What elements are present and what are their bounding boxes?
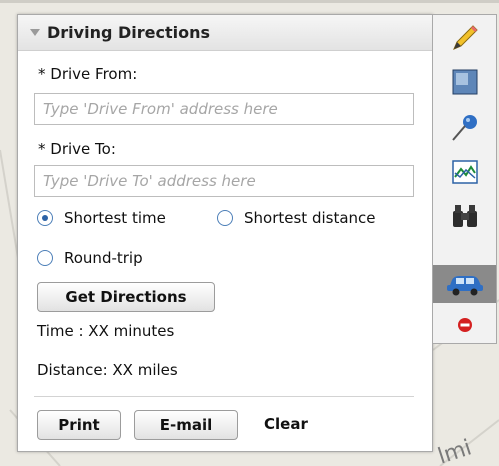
round-trip-option[interactable]: Round-trip (37, 249, 143, 267)
chart-icon[interactable] (433, 153, 496, 191)
pushpin-icon[interactable] (433, 109, 496, 147)
collapse-triangle-icon[interactable] (30, 29, 40, 36)
time-result: Time : XX minutes (37, 322, 175, 340)
email-button[interactable]: E-mail (134, 410, 238, 440)
drive-from-input[interactable] (34, 93, 414, 125)
panel-header[interactable]: Driving Directions (18, 15, 432, 51)
car-icon[interactable] (433, 265, 496, 303)
clear-link[interactable]: Clear (264, 415, 308, 433)
drive-to-label: * Drive To: (38, 140, 116, 158)
shortest-distance-label: Shortest distance (244, 209, 376, 227)
panel-title: Driving Directions (47, 23, 211, 42)
shortest-time-option[interactable]: Shortest time (37, 209, 166, 227)
shortest-time-radio[interactable] (37, 210, 53, 226)
pencil-icon[interactable] (433, 19, 496, 57)
round-trip-radio[interactable] (37, 250, 53, 266)
shortest-distance-radio[interactable] (217, 210, 233, 226)
shortest-time-label: Shortest time (64, 209, 166, 227)
binoculars-icon[interactable] (433, 197, 496, 235)
driving-directions-panel: Driving Directions * Drive From: * Drive… (17, 14, 433, 452)
round-trip-label: Round-trip (64, 249, 143, 267)
shortest-distance-option[interactable]: Shortest distance (217, 209, 376, 227)
remove-icon[interactable] (433, 306, 496, 344)
drive-from-label: * Drive From: (38, 65, 138, 83)
drive-to-input[interactable] (34, 165, 414, 197)
divider (34, 396, 414, 397)
print-button[interactable]: Print (37, 410, 121, 440)
rectangle-select-icon[interactable] (433, 63, 496, 101)
get-directions-button[interactable]: Get Directions (37, 282, 215, 312)
distance-result: Distance: XX miles (37, 361, 178, 379)
map-toolbar (433, 14, 497, 344)
